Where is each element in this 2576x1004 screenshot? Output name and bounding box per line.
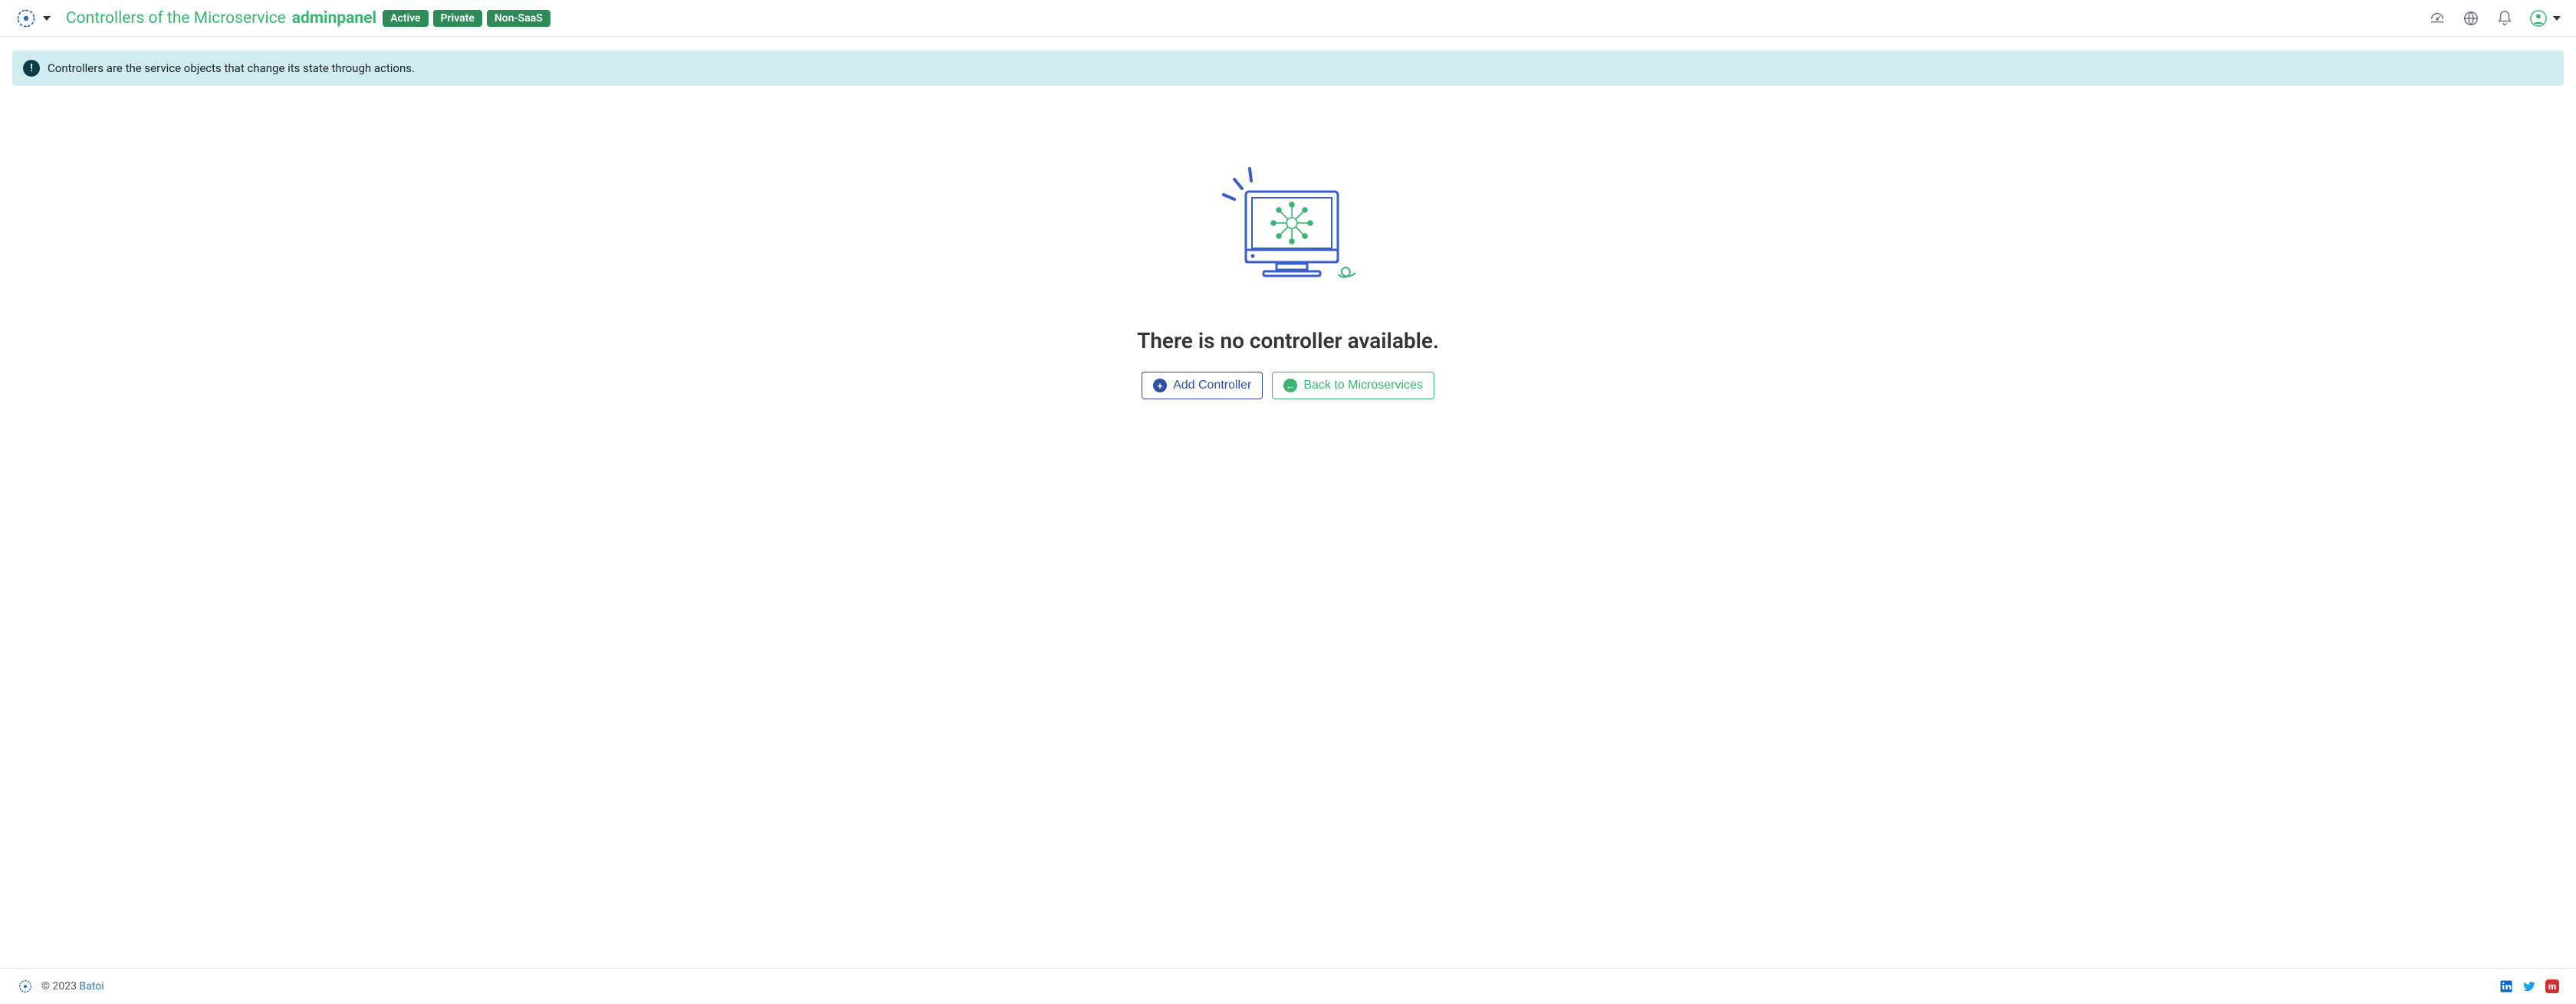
info-icon: ! xyxy=(23,60,40,77)
empty-state: There is no controller available. + Add … xyxy=(12,162,2564,399)
empty-actions: + Add Controller ← Back to Microservices xyxy=(12,372,2564,399)
status-badges: Active Private Non-SaaS xyxy=(383,10,550,27)
mastodon-icon[interactable]: m xyxy=(2545,979,2559,993)
page-title: Controllers of the Microservice adminpan… xyxy=(66,9,550,28)
empty-illustration xyxy=(1204,162,1372,303)
user-avatar-icon xyxy=(2530,10,2547,27)
company-link[interactable]: Batoi xyxy=(79,980,104,993)
badge-nonsaas: Non-SaaS xyxy=(487,10,550,27)
bell-icon[interactable] xyxy=(2496,10,2513,27)
globe-icon[interactable] xyxy=(2463,10,2479,27)
back-to-microservices-button[interactable]: ← Back to Microservices xyxy=(1272,372,1434,399)
info-banner: ! Controllers are the service objects th… xyxy=(12,51,2564,86)
svg-text:/: / xyxy=(25,15,28,21)
copyright-text: © 2023 xyxy=(41,980,79,993)
logo-icon: / xyxy=(15,8,37,29)
twitter-icon[interactable] xyxy=(2522,979,2536,993)
footer-logo-icon xyxy=(17,978,34,995)
logo-dropdown[interactable]: / xyxy=(15,8,51,29)
add-controller-button[interactable]: + Add Controller xyxy=(1142,372,1263,399)
back-button-label: Back to Microservices xyxy=(1303,379,1423,392)
empty-heading: There is no controller available. xyxy=(12,328,2564,353)
title-prefix: Controllers of the Microservice xyxy=(66,9,286,28)
footer: © 2023 Batoi m xyxy=(0,968,2576,1004)
chevron-down-icon xyxy=(2553,16,2561,21)
chevron-down-icon xyxy=(43,16,51,21)
info-text: Controllers are the service objects that… xyxy=(48,61,415,75)
badge-active: Active xyxy=(383,10,428,27)
badge-private: Private xyxy=(433,10,482,27)
user-menu[interactable] xyxy=(2530,10,2561,27)
main-content: ! Controllers are the service objects th… xyxy=(0,37,2576,922)
arrow-left-icon: ← xyxy=(1283,379,1297,392)
plus-icon: + xyxy=(1153,379,1167,392)
linkedin-icon[interactable] xyxy=(2499,979,2513,993)
service-name: adminpanel xyxy=(292,9,376,28)
app-header: / Controllers of the Microservice adminp… xyxy=(0,0,2576,37)
header-right xyxy=(2429,10,2561,27)
footer-right: m xyxy=(2499,979,2559,993)
footer-left: © 2023 Batoi xyxy=(17,978,104,995)
header-left: / Controllers of the Microservice adminp… xyxy=(15,8,550,29)
add-button-label: Add Controller xyxy=(1173,379,1251,392)
dashboard-icon[interactable] xyxy=(2429,10,2446,27)
